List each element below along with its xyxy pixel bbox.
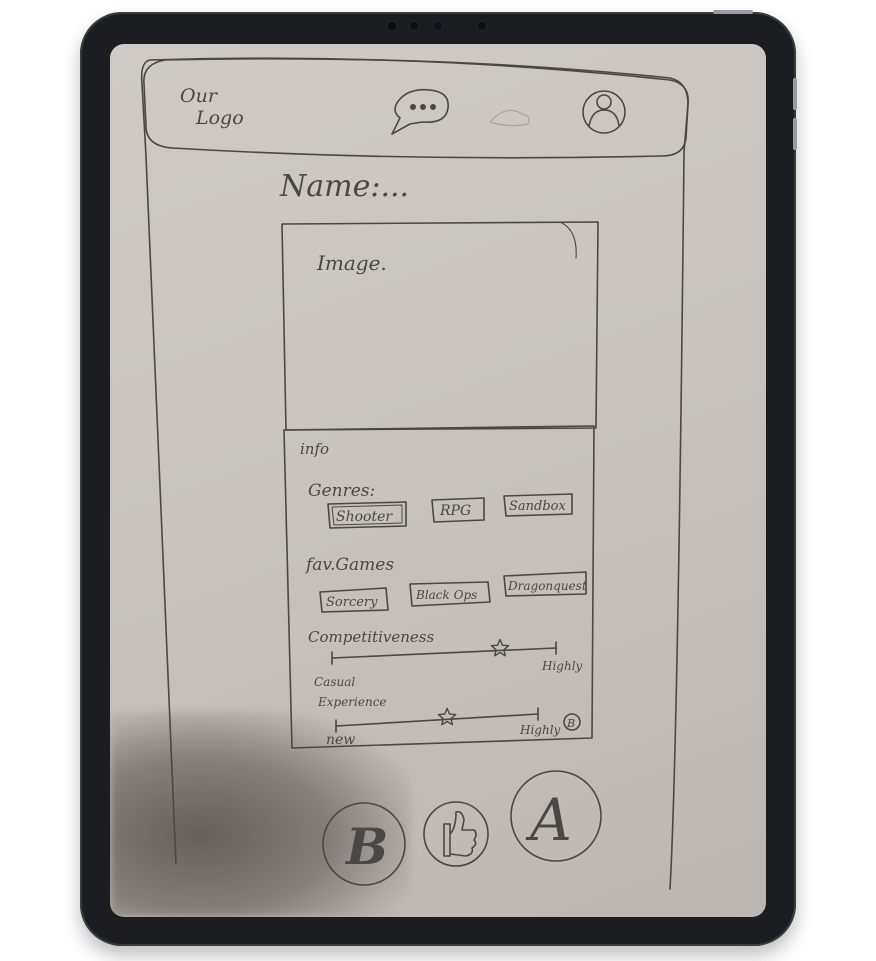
competitiveness-min: Casual <box>314 675 355 689</box>
experience-label: Experience <box>317 695 387 709</box>
genre-tag[interactable]: Sandbox <box>503 493 573 517</box>
svg-text:Sandbox: Sandbox <box>509 499 566 514</box>
competitiveness-label: Competitiveness <box>308 628 434 646</box>
genre-tag[interactable]: RPG <box>431 497 485 523</box>
svg-text:Black Ops: Black Ops <box>415 588 477 602</box>
info-title: info <box>300 440 329 458</box>
experience-slider[interactable] <box>335 707 539 733</box>
chat-bubble-icon[interactable] <box>391 88 449 135</box>
logo-line-2: Logo <box>195 107 244 129</box>
user-icon[interactable] <box>582 90 626 134</box>
name-label: Name:... <box>279 169 409 204</box>
sensor-icon <box>386 20 398 32</box>
fav-game-tag[interactable]: Black Ops <box>409 581 491 607</box>
competitiveness-max: Highly <box>541 659 583 673</box>
action-button-a[interactable]: A <box>510 770 602 862</box>
faint-icon <box>489 109 530 127</box>
fav-game-tag[interactable]: Dragonquest <box>503 571 587 597</box>
sensor-icon <box>408 20 420 32</box>
fav-game-tag[interactable]: Sorcery <box>319 587 389 613</box>
svg-text:B: B <box>344 817 388 876</box>
power-button[interactable] <box>713 10 753 14</box>
corner-badge-icon: B <box>563 713 581 731</box>
slider-star-icon[interactable] <box>437 707 457 726</box>
wireframe-sketch: Our Logo Name:... Image. info Genres: Sh… <box>140 57 689 890</box>
genre-tag[interactable]: Shooter <box>327 501 407 529</box>
svg-text:Sorcery: Sorcery <box>326 595 378 610</box>
slider-star-icon[interactable] <box>490 638 510 657</box>
svg-text:Dragonquest: Dragonquest <box>507 579 587 593</box>
svg-text:Shooter: Shooter <box>336 509 393 525</box>
fav-games-label: fav.Games <box>304 555 394 575</box>
svg-text:B: B <box>566 717 575 730</box>
volume-up-button[interactable] <box>793 78 797 110</box>
volume-down-button[interactable] <box>793 118 797 150</box>
svg-text:RPG: RPG <box>439 503 471 519</box>
svg-text:A: A <box>525 786 572 854</box>
camera-icon <box>432 20 444 32</box>
image-placeholder: Image. <box>281 221 599 431</box>
experience-max: Highly <box>519 723 561 737</box>
info-panel: info Genres: Shooter RPG Sandbox fav.Gam… <box>283 425 595 749</box>
logo-line-1: Our <box>180 85 219 107</box>
tablet-screen: Our Logo Name:... Image. info Genres: Sh… <box>110 44 766 917</box>
image-label: Image. <box>316 251 387 275</box>
thumbs-up-icon[interactable] <box>423 801 489 867</box>
experience-min: new <box>326 732 355 748</box>
action-button-b[interactable]: B <box>322 802 406 886</box>
genres-label: Genres: <box>308 481 375 501</box>
sensor-icon <box>476 20 488 32</box>
phone-outline <box>140 57 689 890</box>
